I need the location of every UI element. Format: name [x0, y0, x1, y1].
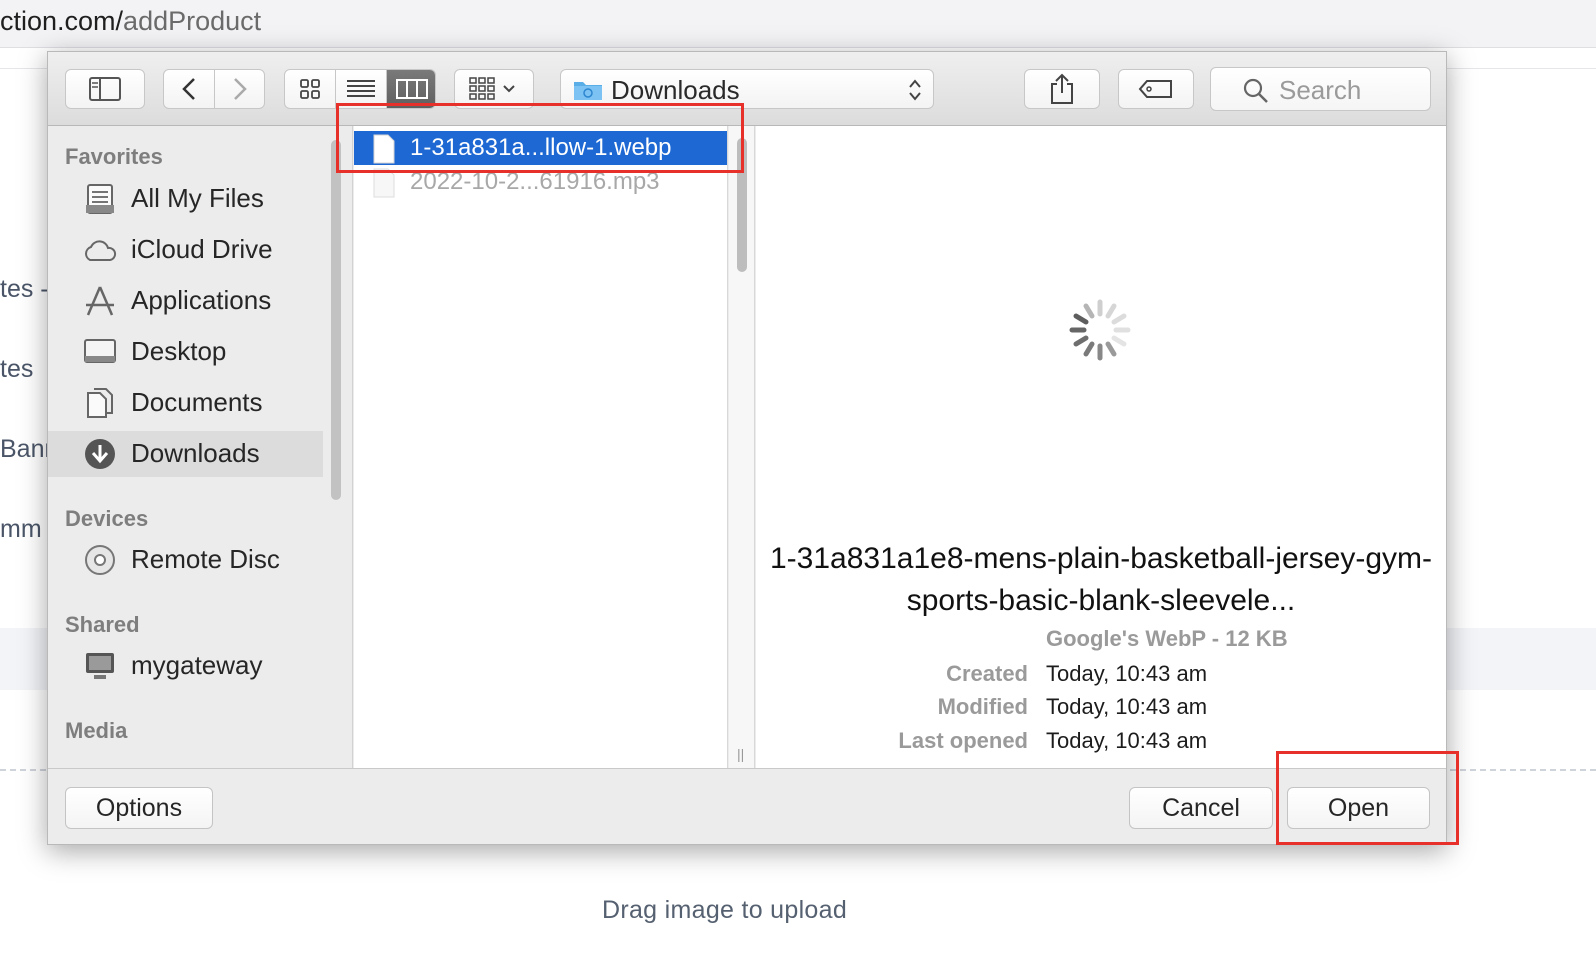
search-icon: [1243, 78, 1268, 103]
detail-key: Modified: [937, 694, 1028, 719]
sidebar: Favorites All My Files iCloud Drive Appl…: [48, 126, 353, 768]
page-side-text: tes: [0, 355, 34, 383]
file-column: 1-31a831a...llow-1.webp 2022-10-2...6191…: [354, 126, 728, 768]
sidebar-item-downloads[interactable]: Downloads: [48, 431, 323, 477]
preview-file-kind: Google's WebP - 12 KB: [1046, 626, 1288, 651]
sidebar-item-label: Downloads: [131, 438, 260, 468]
sidebar-item-label: Applications: [131, 285, 272, 315]
sidebar-item-remote-disc[interactable]: Remote Disc: [48, 537, 323, 583]
tag-button[interactable]: [1118, 69, 1194, 109]
loading-spinner-icon: [1069, 299, 1131, 361]
detail-key: Created: [946, 661, 1028, 686]
drag-upload-text[interactable]: Drag image to upload: [602, 896, 847, 925]
sidebar-item-all-my-files[interactable]: All My Files: [48, 176, 323, 222]
sidebar-item-applications[interactable]: Applications: [48, 278, 323, 324]
sidebar-item-mygateway[interactable]: mygateway: [48, 643, 323, 689]
arrange-icon: [469, 77, 515, 100]
detail-value: Today, 10:43 am: [1046, 694, 1208, 719]
column-resize-handle[interactable]: ||: [737, 746, 744, 762]
url-path: addProduct: [123, 6, 262, 36]
screen: ction.com/addProduct tes - tes Bann mm D…: [0, 0, 1596, 962]
page-side-text: tes -: [0, 275, 49, 303]
sidebar-section-shared: Shared: [65, 612, 140, 637]
all-files-icon: [86, 184, 114, 214]
preview-pane: 1-31a831a1e8-mens-plain-basketball-jerse…: [756, 126, 1446, 768]
columns-icon: [396, 79, 428, 99]
updown-chevron-icon: [909, 79, 921, 101]
cancel-button[interactable]: Cancel: [1129, 787, 1273, 829]
detail-key: Last opened: [898, 728, 1028, 753]
browser-address-bar[interactable]: ction.com/addProduct: [0, 0, 1596, 48]
disc-icon: [85, 545, 115, 575]
sidebar-toggle-button[interactable]: [65, 69, 145, 109]
cloud-icon: [85, 240, 117, 261]
download-icon: [85, 439, 115, 469]
folder-icon: [574, 82, 602, 100]
sidebar-item-label: Desktop: [131, 336, 227, 366]
preview-detail-row: Created Today, 10:43 am: [756, 661, 1446, 693]
preview-file-title: 1-31a831a1e8-mens-plain-basketball-jerse…: [770, 542, 1432, 617]
sidebar-icon: [89, 77, 121, 101]
sidebar-item-label: iCloud Drive: [131, 234, 273, 264]
location-label: Downloads: [611, 75, 740, 105]
sidebar-item-desktop[interactable]: Desktop: [48, 329, 323, 375]
sidebar-item-documents[interactable]: Documents: [48, 380, 323, 426]
desktop-icon: [84, 339, 116, 363]
nav-button-group: [163, 69, 265, 109]
back-button[interactable]: [164, 70, 214, 108]
chevron-right-icon: [234, 78, 247, 100]
column-gutter: ||: [729, 126, 755, 768]
tag-icon: [1138, 80, 1172, 98]
icon-view-button[interactable]: [285, 70, 335, 108]
highlight-box-open: [1276, 751, 1459, 845]
sidebar-section-favorites: Favorites: [65, 144, 163, 169]
sidebar-section-media: Media: [65, 718, 128, 743]
highlight-box-file: [336, 103, 744, 173]
detail-value: Today, 10:43 am: [1046, 661, 1208, 686]
sidebar-item-label: Documents: [131, 387, 263, 417]
dialog-toolbar: Downloads Search: [48, 52, 1446, 126]
search-placeholder: Search: [1279, 75, 1362, 105]
chevron-left-icon: [182, 78, 195, 100]
preview-detail-row: Modified Today, 10:43 am: [756, 694, 1446, 726]
list-icon: [347, 80, 375, 97]
sidebar-section-devices: Devices: [65, 506, 149, 531]
sidebar-item-label: All My Files: [131, 183, 264, 213]
icon-grid-icon: [300, 79, 320, 99]
share-icon: [1051, 73, 1073, 104]
url-host: ction.com/: [0, 6, 124, 36]
url-text[interactable]: ction.com/addProduct: [0, 6, 261, 37]
share-button[interactable]: [1024, 69, 1100, 109]
dialog-button-bar: Options Cancel Open: [48, 768, 1446, 844]
open-file-dialog: Downloads Search Favorites All My Files: [47, 51, 1447, 845]
applications-icon: [86, 286, 114, 316]
sidebar-item-label: Remote Disc: [131, 544, 280, 574]
page-side-text: mm: [0, 515, 42, 543]
computer-icon: [86, 653, 114, 679]
sidebar-item-icloud-drive[interactable]: iCloud Drive: [48, 227, 323, 273]
forward-button[interactable]: [215, 70, 265, 108]
detail-value: Today, 10:43 am: [1046, 728, 1208, 753]
sidebar-scrollbar[interactable]: [331, 140, 341, 500]
documents-icon: [87, 388, 113, 418]
options-button[interactable]: Options: [65, 787, 213, 829]
sidebar-item-label: mygateway: [131, 650, 263, 680]
search-field[interactable]: Search: [1210, 67, 1431, 111]
